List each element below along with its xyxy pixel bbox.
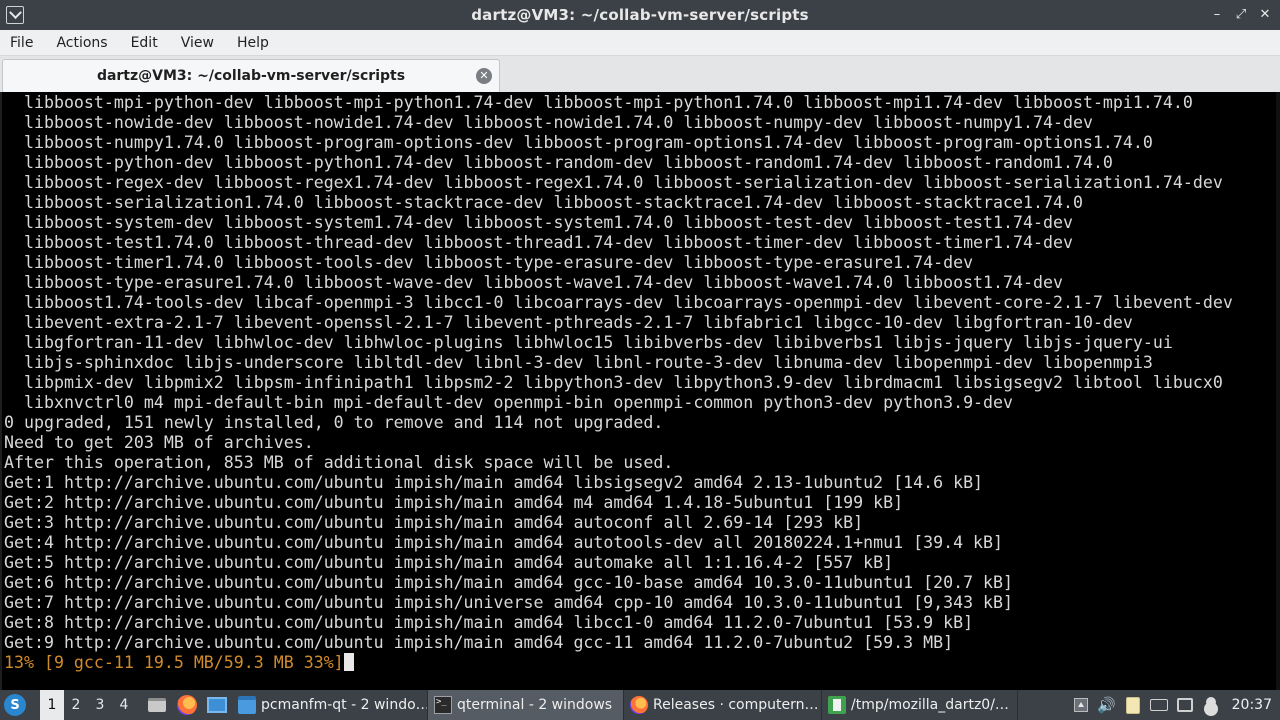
terminal-line: Get:4 http://archive.ubuntu.com/ubuntu i… xyxy=(4,533,1004,552)
terminal-line: libboost-type-erasure1.74.0 libboost-wav… xyxy=(4,273,1063,292)
close-icon[interactable]: ✕ xyxy=(1258,8,1272,22)
terminal-line: libpmix-dev libpmix2 libpsm-infinipath1 … xyxy=(4,373,1223,392)
window-controls: – ⤢ ✕ xyxy=(1210,0,1272,30)
menu-file[interactable]: File xyxy=(10,35,33,51)
terminal-line: Get:1 http://archive.ubuntu.com/ubuntu i… xyxy=(4,473,984,492)
desktop-switch-2[interactable]: 2 xyxy=(64,690,88,720)
task-firefox[interactable]: Releases · computern… xyxy=(624,690,822,720)
task-document[interactable]: /tmp/mozilla_dartz0/… xyxy=(822,690,1018,720)
file-manager-launcher[interactable] xyxy=(145,693,169,717)
taskbar: S 1 2 3 4 pcmanfm-qt - 2 windo… qtermina… xyxy=(0,690,1280,720)
clock[interactable]: 20:37 xyxy=(1232,697,1272,713)
show-desktop-icon xyxy=(207,697,227,713)
terminal-line: libboost-serialization1.74.0 libboost-st… xyxy=(4,193,1083,212)
download-progress-text: 13% [9 gcc-11 19.5 MB/59.3 MB 33%] xyxy=(4,653,344,672)
tab-bar: dartz@VM3: ~/collab-vm-server/scripts ✕ xyxy=(0,56,1280,92)
terminal-icon xyxy=(434,696,452,714)
show-desktop-launcher[interactable] xyxy=(205,693,229,717)
terminal-line: libboost1.74-tools-dev libcaf-openmpi-3 … xyxy=(4,293,1233,312)
menu-view[interactable]: View xyxy=(181,35,214,51)
menu-actions[interactable]: Actions xyxy=(56,35,107,51)
network-icon[interactable] xyxy=(1172,690,1198,720)
task-label: qterminal - 2 windows xyxy=(457,697,613,713)
task-pcmanfm[interactable]: pcmanfm-qt - 2 windo… xyxy=(232,690,428,720)
menu-edit[interactable]: Edit xyxy=(131,35,158,51)
firefox-icon xyxy=(177,695,197,715)
document-icon xyxy=(828,696,846,714)
terminal-line: Get:2 http://archive.ubuntu.com/ubuntu i… xyxy=(4,493,904,512)
task-label: /tmp/mozilla_dartz0/… xyxy=(851,697,1009,713)
window-titlebar[interactable]: dartz@VM3: ~/collab-vm-server/scripts – … xyxy=(0,0,1280,30)
terminal-line: libboost-test1.74.0 libboost-thread-dev … xyxy=(4,233,1073,252)
terminal-lines: libboost-mpi-python-dev libboost-mpi-pyt… xyxy=(4,93,1233,673)
desktop-switch-4[interactable]: 4 xyxy=(112,690,136,720)
terminal-output[interactable]: libboost-mpi-python-dev libboost-mpi-pyt… xyxy=(0,92,1280,690)
terminal-line: libjs-sphinxdoc libjs-underscore libltdl… xyxy=(4,353,1153,372)
terminal-line: Get:3 http://archive.ubuntu.com/ubuntu i… xyxy=(4,513,864,532)
terminal-line: libboost-timer1.74.0 libboost-tools-dev … xyxy=(4,253,974,272)
terminal-cursor xyxy=(343,653,354,671)
tray-expand-icon[interactable] xyxy=(1068,690,1094,720)
terminal-line: libboost-regex-dev libboost-regex1.74-de… xyxy=(4,173,1223,192)
folder-icon xyxy=(238,696,256,714)
task-label: pcmanfm-qt - 2 windo… xyxy=(261,697,428,713)
restore-icon[interactable]: ⤢ xyxy=(1234,8,1248,22)
system-tray: 🔊 20:37 xyxy=(1068,690,1280,720)
terminal-line: libxnvctrl0 m4 mpi-default-bin mpi-defau… xyxy=(4,393,1014,412)
window-title: dartz@VM3: ~/collab-vm-server/scripts xyxy=(471,6,809,24)
terminal-line: Get:9 http://archive.ubuntu.com/ubuntu i… xyxy=(4,633,954,652)
desktop-switch-1[interactable]: 1 xyxy=(40,690,64,720)
firefox-icon xyxy=(630,696,648,714)
task-qterminal[interactable]: qterminal - 2 windows xyxy=(428,690,624,720)
menu-help[interactable]: Help xyxy=(237,35,269,51)
terminal-line: libboost-numpy1.74.0 libboost-program-op… xyxy=(4,133,1153,152)
terminal-line: 0 upgraded, 151 newly installed, 0 to re… xyxy=(4,413,664,432)
desktop-switch-3[interactable]: 3 xyxy=(88,690,112,720)
terminal-line: libboost-mpi-python-dev libboost-mpi-pyt… xyxy=(4,93,1193,112)
terminal-line: Get:6 http://archive.ubuntu.com/ubuntu i… xyxy=(4,573,1014,592)
window-menu-icon[interactable] xyxy=(6,6,24,24)
terminal-line: Need to get 203 MB of archives. xyxy=(4,433,314,452)
clipboard-icon[interactable] xyxy=(1120,690,1146,720)
tab-close-icon[interactable]: ✕ xyxy=(476,68,492,84)
start-menu-icon[interactable]: S xyxy=(4,694,26,716)
file-manager-icon xyxy=(148,698,166,712)
user-icon[interactable] xyxy=(1198,690,1224,720)
terminal-line: libgfortran-11-dev libhwloc-dev libhwloc… xyxy=(4,333,1173,352)
minimize-icon[interactable]: – xyxy=(1210,8,1224,22)
terminal-line: libboost-system-dev libboost-system1.74-… xyxy=(4,213,1073,232)
volume-icon[interactable]: 🔊 xyxy=(1094,690,1120,720)
firefox-launcher[interactable] xyxy=(175,693,199,717)
terminal-line: libboost-nowide-dev libboost-nowide1.74-… xyxy=(4,113,1093,132)
terminal-progress-line: 13% [9 gcc-11 19.5 MB/59.3 MB 33%] xyxy=(4,653,1233,673)
menu-bar: File Actions Edit View Help xyxy=(0,30,1280,56)
terminal-line: Get:5 http://archive.ubuntu.com/ubuntu i… xyxy=(4,553,894,572)
task-label: Releases · computern… xyxy=(653,697,819,713)
keyboard-icon[interactable] xyxy=(1146,690,1172,720)
terminal-line: Get:7 http://archive.ubuntu.com/ubuntu i… xyxy=(4,593,1014,612)
tab-label: dartz@VM3: ~/collab-vm-server/scripts xyxy=(96,68,406,84)
terminal-tab[interactable]: dartz@VM3: ~/collab-vm-server/scripts ✕ xyxy=(2,59,500,92)
terminal-line: Get:8 http://archive.ubuntu.com/ubuntu i… xyxy=(4,613,974,632)
terminal-line: libevent-extra-2.1-7 libevent-openssl-2.… xyxy=(4,313,1133,332)
terminal-line: After this operation, 853 MB of addition… xyxy=(4,453,674,472)
terminal-scrollbar[interactable] xyxy=(1276,92,1280,690)
terminal-line: libboost-python-dev libboost-python1.74-… xyxy=(4,153,1113,172)
